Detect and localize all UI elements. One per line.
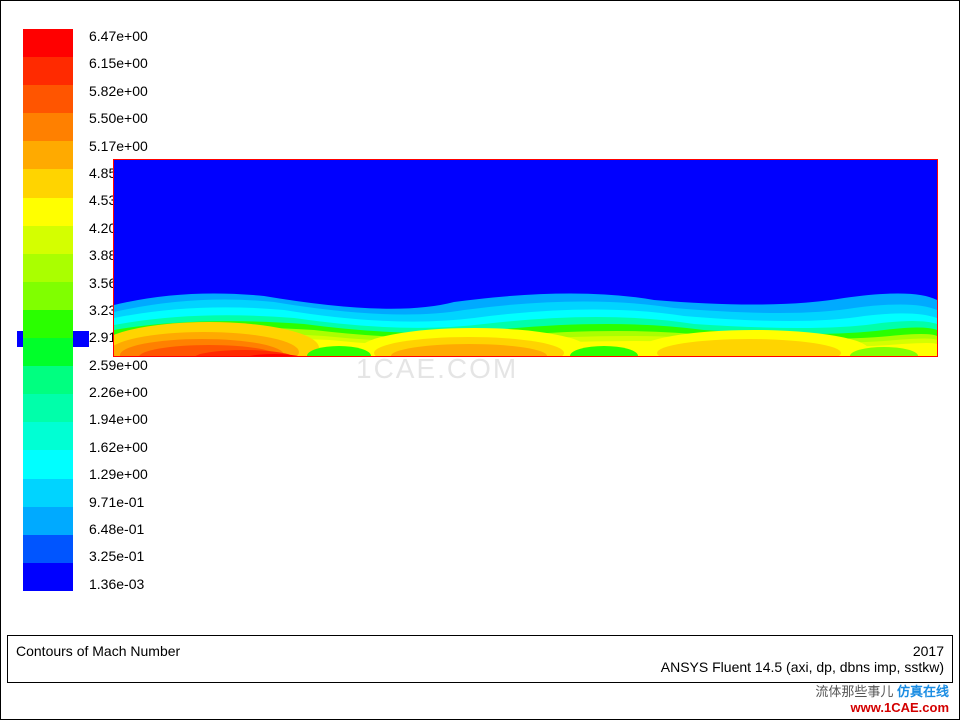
colorbar-swatch bbox=[23, 254, 73, 282]
colorbar-swatch bbox=[23, 169, 73, 197]
colorbar-swatch bbox=[23, 310, 73, 338]
colorbar-label: 1.29e+00 bbox=[89, 467, 148, 481]
colorbar-label: 2.26e+00 bbox=[89, 385, 148, 399]
footer-bar: Contours of Mach Number 2017 ANSYS Fluen… bbox=[7, 635, 953, 683]
watermark-faint: 1CAE.COM bbox=[356, 353, 518, 385]
colorbar-label: 1.94e+00 bbox=[89, 412, 148, 426]
colorbar-swatch bbox=[23, 85, 73, 113]
colorbar-label: 6.48e-01 bbox=[89, 522, 148, 536]
cn-watermark: 仿真在线 bbox=[897, 684, 949, 699]
colorbar-label: 5.50e+00 bbox=[89, 111, 148, 125]
colorbar-swatch bbox=[23, 479, 73, 507]
colorbar-label: 5.17e+00 bbox=[89, 139, 148, 153]
colorbar-swatch bbox=[23, 366, 73, 394]
colorbar-label: 5.82e+00 bbox=[89, 84, 148, 98]
colorbar-swatch bbox=[23, 29, 73, 57]
colorbar bbox=[23, 29, 73, 591]
colorbar-label: 6.15e+00 bbox=[89, 56, 148, 70]
contour-svg bbox=[114, 160, 937, 356]
colorbar-swatch bbox=[23, 282, 73, 310]
colorbar-swatch bbox=[23, 113, 73, 141]
colorbar-swatch bbox=[23, 226, 73, 254]
render-window: 6.47e+00 6.15e+00 5.82e+00 5.50e+00 5.17e+00… bbox=[0, 0, 960, 720]
colorbar-swatch bbox=[23, 394, 73, 422]
colorbar-swatch bbox=[23, 507, 73, 535]
watermark-block: 流体那些事儿 仿真在线 www.1CAE.com bbox=[815, 681, 949, 715]
software-line: ANSYS Fluent 14.5 (axi, dp, dbns imp, ss… bbox=[661, 659, 944, 675]
plot-title: Contours of Mach Number bbox=[16, 643, 180, 659]
colorbar-swatch bbox=[23, 563, 73, 591]
plot-date: 2017 bbox=[913, 643, 944, 659]
url-watermark: www.1CAE.com bbox=[851, 700, 949, 715]
colorbar-swatch bbox=[23, 450, 73, 478]
colorbar-swatch bbox=[23, 141, 73, 169]
colorbar-swatch bbox=[23, 422, 73, 450]
colorbar-swatch bbox=[23, 535, 73, 563]
colorbar-label: 3.25e-01 bbox=[89, 549, 148, 563]
wechat-watermark: 流体那些事儿 bbox=[815, 684, 893, 699]
colorbar-label: 6.47e+00 bbox=[89, 29, 148, 43]
colorbar-swatch bbox=[23, 57, 73, 85]
colorbar-label: 1.36e-03 bbox=[89, 577, 148, 591]
colorbar-label: 2.59e+00 bbox=[89, 358, 148, 372]
colorbar-label: 1.62e+00 bbox=[89, 440, 148, 454]
contour-plot bbox=[113, 159, 938, 357]
colorbar-label: 9.71e-01 bbox=[89, 495, 148, 509]
colorbar-swatch bbox=[23, 198, 73, 226]
colorbar-swatch bbox=[23, 338, 73, 366]
